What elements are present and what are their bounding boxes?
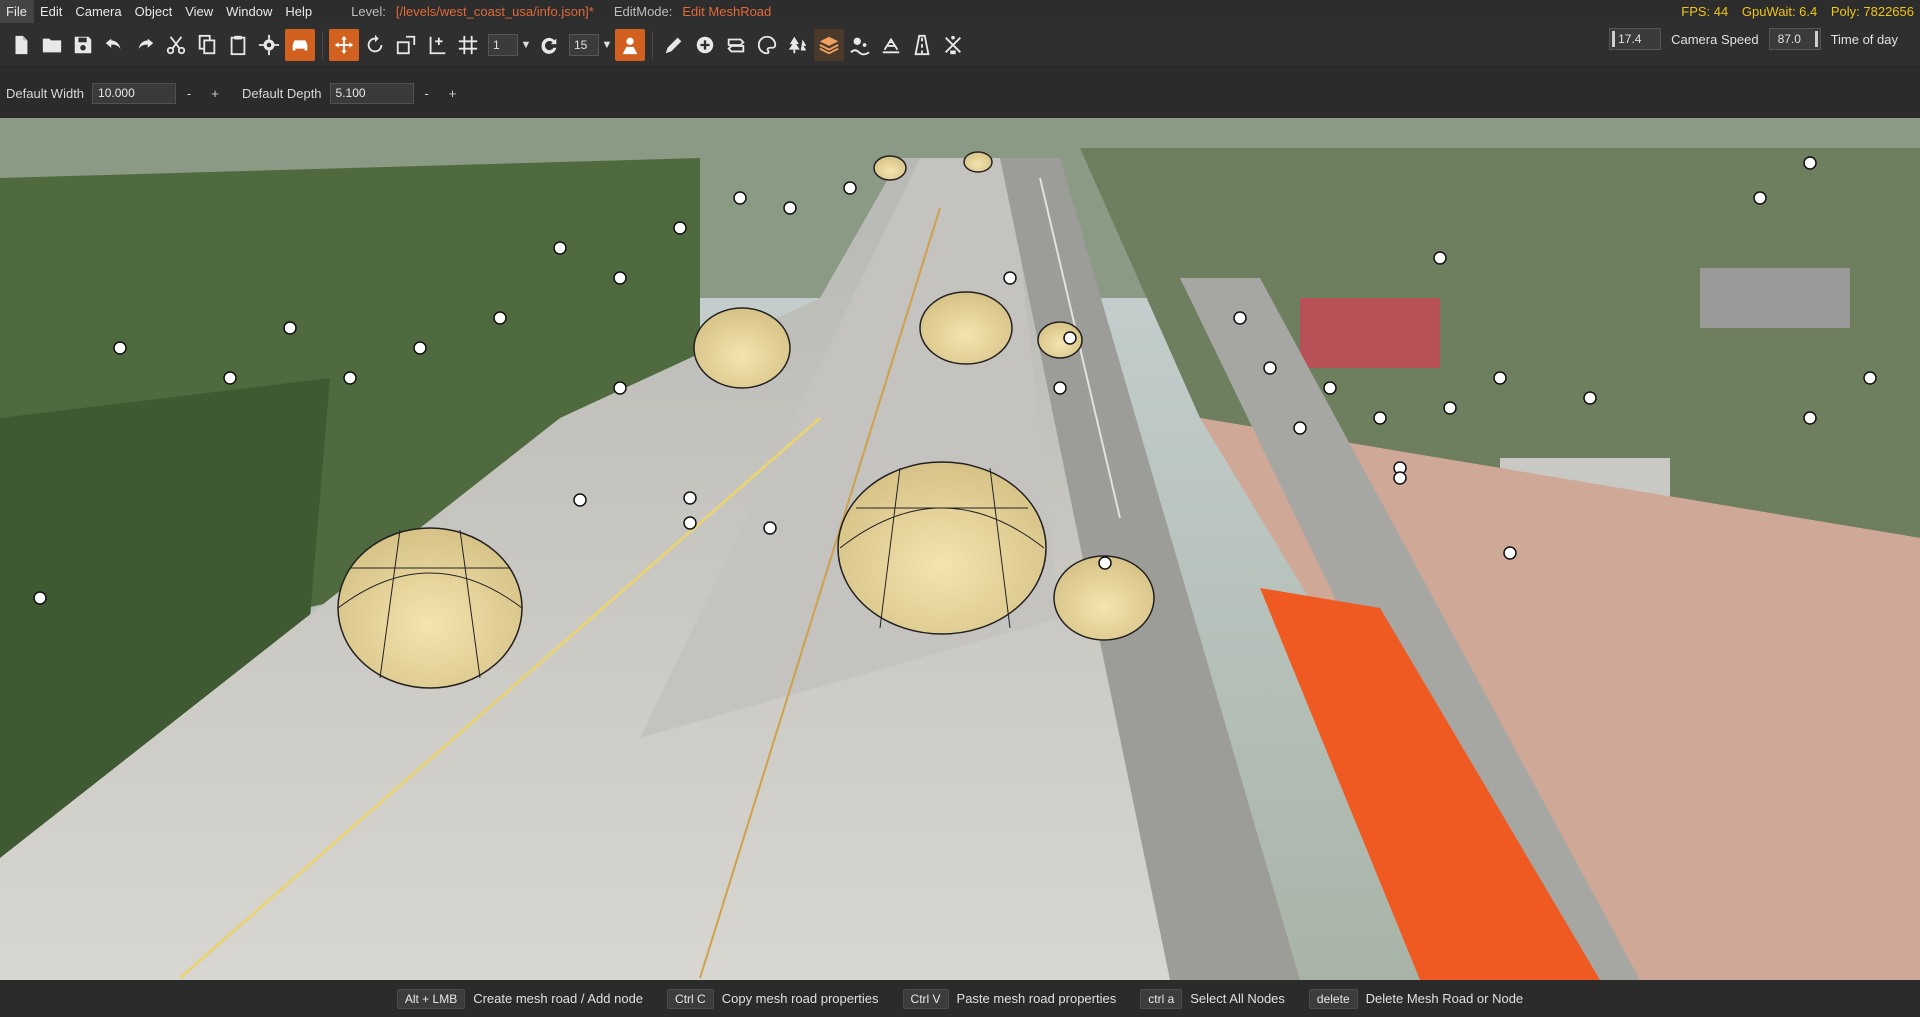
vehicle-icon[interactable] [285, 28, 315, 61]
default-depth-input[interactable]: 5.100 [329, 82, 414, 104]
hint-delete: delete Delete Mesh Road or Node [1308, 988, 1524, 1009]
camera-speed-slider[interactable]: 17.4 [1609, 28, 1662, 50]
scale-icon[interactable] [391, 29, 421, 61]
menu-window[interactable]: Window [220, 0, 279, 23]
slider-handle[interactable] [1814, 31, 1818, 47]
editmode-value: Edit MeshRoad [682, 4, 772, 19]
time-of-day-label: Time of day [1830, 31, 1898, 47]
open-folder-icon[interactable] [37, 29, 67, 61]
menu-file[interactable]: File [0, 0, 34, 23]
default-width-decrement-button[interactable]: - [176, 86, 202, 101]
menu-camera[interactable]: Camera [69, 0, 128, 23]
fps-readout: FPS: 44 [1681, 4, 1729, 19]
shortcut-key: Ctrl C [667, 988, 714, 1009]
translate-icon[interactable] [329, 28, 359, 61]
hint-create-node: Alt + LMB Create mesh road / Add node [396, 988, 644, 1009]
editmode-label: EditMode: [613, 4, 673, 19]
menu-bar: File Edit Camera Object View Window Help… [0, 0, 1920, 23]
paint-icon[interactable] [752, 29, 782, 61]
level-path: [/levels/west_coast_usa/info.json]* [395, 4, 594, 19]
toolbar-separator [652, 30, 653, 59]
default-width-input[interactable]: 10.000 [92, 82, 177, 104]
default-depth-increment-button[interactable]: + [440, 86, 466, 101]
toolbar-separator [322, 30, 323, 59]
geodesic-dome[interactable] [337, 527, 523, 689]
cut-icon[interactable] [161, 29, 191, 61]
chevron-down-icon[interactable]: ▼ [518, 34, 534, 56]
grid-snap-icon[interactable] [453, 29, 483, 61]
shortcut-key: delete [1308, 988, 1358, 1009]
default-depth-label: Default Depth [242, 85, 322, 101]
pencil-icon[interactable] [659, 29, 689, 61]
poly-count-readout: Poly: 7822656 [1830, 4, 1914, 19]
geodesic-dome[interactable] [919, 291, 1013, 365]
menu-object[interactable]: Object [129, 0, 180, 23]
new-file-icon[interactable] [6, 29, 36, 61]
gpu-wait-readout: GpuWait: 6.4 [1741, 4, 1818, 19]
performance-stats: FPS: 44 GpuWait: 6.4 Poly: 7822656 [1671, 0, 1914, 23]
sketch-icon[interactable] [938, 29, 968, 61]
terrain-painter-icon[interactable] [876, 29, 906, 61]
shortcut-hints-bar: Alt + LMB Create mesh road / Add node Ct… [0, 980, 1920, 1017]
shortcut-description: Copy mesh road properties [721, 991, 879, 1006]
default-width-increment-button[interactable]: + [202, 86, 228, 101]
rotate-icon[interactable] [360, 29, 390, 61]
hint-paste-properties: Ctrl V Paste mesh road properties [902, 988, 1117, 1009]
level-label: Level: [351, 4, 386, 19]
copy-icon[interactable] [192, 29, 222, 61]
add-node-icon[interactable] [690, 29, 720, 61]
hint-copy-properties: Ctrl C Copy mesh road properties [667, 988, 879, 1009]
shortcut-key: Alt + LMB [396, 988, 466, 1009]
snap-axis-icon[interactable] [422, 29, 452, 61]
shortcut-key: Ctrl V [902, 988, 949, 1009]
camera-controls: 17.4 Camera Speed 87.0 Time of day [1609, 28, 1908, 50]
slider-handle[interactable] [1612, 31, 1616, 47]
mesh-road-property-bar: Default Width 10.000 - + Default Depth 5… [0, 68, 1920, 118]
shortcut-key: ctrl a [1140, 988, 1183, 1009]
time-of-day-slider[interactable]: 87.0 [1768, 28, 1821, 50]
menu-help[interactable]: Help [279, 0, 319, 23]
3d-viewport[interactable] [0, 118, 1920, 980]
menu-view[interactable]: View [179, 0, 220, 23]
hint-select-all: ctrl a Select All Nodes [1140, 988, 1285, 1009]
camera-speed-label: Camera Speed [1671, 31, 1759, 47]
time-of-day-value: 87.0 [1777, 32, 1801, 46]
shortcut-description: Paste mesh road properties [956, 991, 1117, 1006]
redo-icon[interactable] [130, 29, 160, 61]
save-icon[interactable] [68, 29, 98, 61]
menu-edit[interactable]: Edit [34, 0, 69, 23]
rotate-snap-input[interactable]: 15 [569, 33, 599, 56]
geodesic-dome[interactable] [837, 461, 1047, 635]
rotate-snap-icon[interactable] [534, 29, 564, 61]
road-editor-icon[interactable] [721, 29, 751, 61]
shortcut-description: Delete Mesh Road or Node [1365, 991, 1524, 1006]
chevron-down-icon[interactable]: ▼ [599, 34, 615, 56]
default-width-label: Default Width [6, 85, 85, 101]
decal-road-icon[interactable] [907, 29, 937, 61]
settings-gear-icon[interactable] [254, 29, 284, 61]
paste-icon[interactable] [223, 29, 253, 61]
scene-render[interactable] [0, 118, 1920, 980]
forest-icon[interactable] [783, 29, 813, 61]
terrain-editor-icon[interactable] [615, 28, 645, 61]
mesh-road-icon[interactable] [814, 28, 844, 61]
default-depth-decrement-button[interactable]: - [414, 86, 440, 101]
shortcut-description: Select All Nodes [1190, 991, 1285, 1006]
undo-icon[interactable] [99, 29, 129, 61]
river-icon[interactable] [845, 29, 875, 61]
geodesic-dome[interactable] [693, 307, 791, 389]
camera-speed-value: 17.4 [1618, 32, 1642, 46]
main-toolbar: 1 ▼ 15 ▼ 17.4 Camera Speed 87.0 Time of … [0, 23, 1920, 67]
shortcut-description: Create mesh road / Add node [473, 991, 644, 1006]
grid-snap-input[interactable]: 1 [488, 33, 518, 56]
editor-window: File Edit Camera Object View Window Help… [0, 0, 1920, 1017]
